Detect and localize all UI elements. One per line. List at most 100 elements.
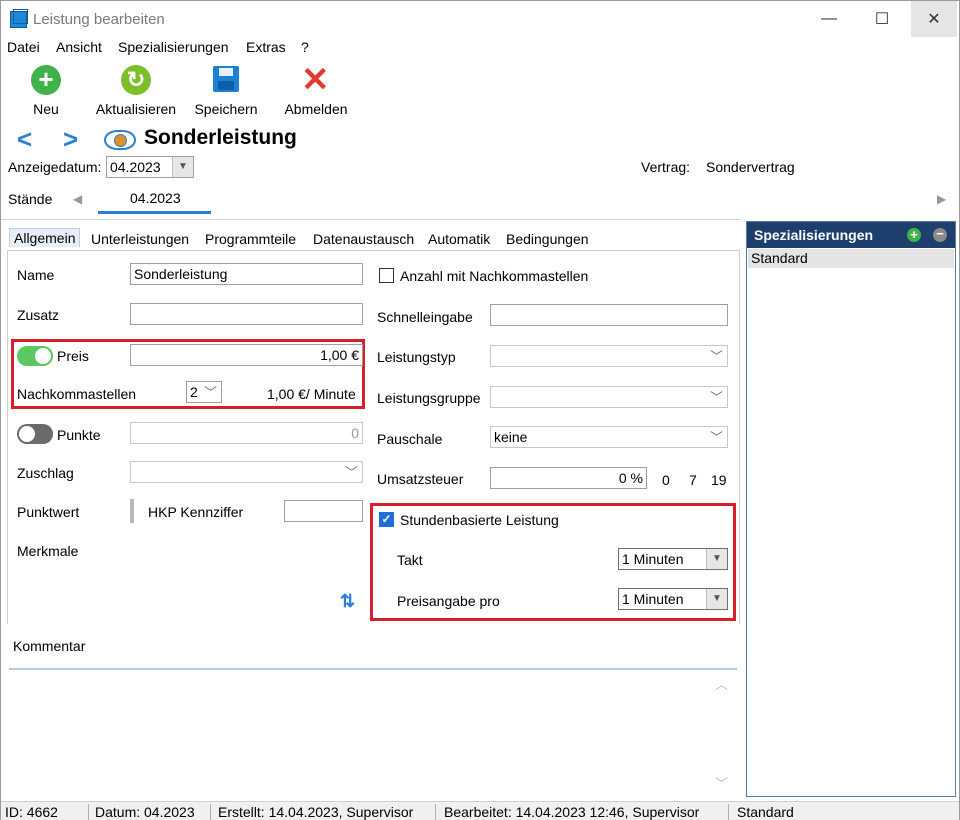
status-divider <box>210 804 211 820</box>
vertrag-label: Vertrag: <box>641 159 691 175</box>
close-button[interactable]: ✕ <box>911 1 957 37</box>
takt-label: Takt <box>397 552 423 568</box>
leistungsgruppe-label: Leistungsgruppe <box>377 390 481 406</box>
save-button[interactable]: Speichern <box>181 63 271 117</box>
title-bar: Leistung bearbeiten — ☐ ✕ <box>1 1 959 37</box>
chevron-down-icon: ▼ <box>706 549 727 569</box>
schnelleingabe-label: Schnelleingabe <box>377 309 473 325</box>
staende-tab[interactable]: 04.2023 <box>130 190 181 206</box>
tab-datenaustausch[interactable]: Datenaustausch <box>313 231 414 247</box>
menu-ansicht[interactable]: Ansicht <box>56 39 102 55</box>
preis-toggle[interactable] <box>17 346 53 366</box>
chevron-down-icon: ﹀ <box>203 385 217 400</box>
nachkommastellen-label: Nachkommastellen <box>17 386 137 402</box>
scroll-up-icon[interactable]: ︿ <box>715 674 728 693</box>
name-label: Name <box>17 267 55 283</box>
minimize-button[interactable]: — <box>806 1 852 37</box>
anzeigedatum-dropdown[interactable]: 04.2023 ▼ <box>106 156 194 178</box>
nachkommastellen-dropdown[interactable]: 2 ﹀ <box>186 381 222 403</box>
back-arrow-icon[interactable]: < <box>17 124 32 155</box>
spezialisierungen-title: Spezialisierungen <box>747 222 955 248</box>
pauschale-dropdown[interactable]: keine ﹀ <box>490 426 728 448</box>
nachkommastellen-value: 2 <box>190 384 198 400</box>
menu-help[interactable]: ? <box>301 39 309 55</box>
name-input[interactable]: Sonderleistung <box>130 263 363 285</box>
menu-extras[interactable]: Extras <box>246 39 286 55</box>
leistungstyp-dropdown[interactable]: ﹀ <box>490 345 728 367</box>
staende-label: Stände <box>8 191 53 207</box>
zuschlag-dropdown[interactable]: ﹀ <box>130 461 363 483</box>
anzeigedatum-label: Anzeigedatum: <box>8 159 102 175</box>
chevron-down-icon: ﹀ <box>344 465 358 480</box>
anzahl-nachkommastellen-label: Anzahl mit Nachkommastellen <box>400 268 589 284</box>
application-window: Leistung bearbeiten — ☐ ✕ Datei Ansicht … <box>0 0 960 820</box>
preis-input[interactable]: 1,00 € <box>130 344 363 366</box>
anzeigedatum-value: 04.2023 <box>110 159 161 175</box>
leistungsgruppe-dropdown[interactable]: ﹀ <box>490 386 728 408</box>
preisangabe-dropdown[interactable]: 1 Minuten ▼ <box>618 588 728 610</box>
chevron-down-icon: ﹀ <box>709 430 723 445</box>
merkmale-label: Merkmale <box>17 543 79 559</box>
leistungstyp-label: Leistungstyp <box>377 349 456 365</box>
anzahl-nachkommastellen-checkbox[interactable] <box>379 268 394 283</box>
hkp-kennziffer-input[interactable] <box>284 500 363 522</box>
punkte-label: Punkte <box>57 427 101 443</box>
menu-datei[interactable]: Datei <box>7 39 40 55</box>
price-per-minute: 1,00 €/ Minute <box>267 386 356 402</box>
refresh-button[interactable]: ↻ Aktualisieren <box>91 63 181 117</box>
window-title: Leistung bearbeiten <box>33 11 165 28</box>
refresh-button-label: Aktualisieren <box>95 101 177 117</box>
staende-prev-icon[interactable]: ◀ <box>73 192 82 206</box>
vertrag-value: Sondervertrag <box>706 159 795 175</box>
eye-icon <box>104 130 136 150</box>
tab-unterleistungen[interactable]: Unterleistungen <box>91 231 189 247</box>
new-button-label: Neu <box>33 101 59 117</box>
kommentar-textarea[interactable] <box>9 671 737 795</box>
logout-button[interactable]: ✕ Abmelden <box>271 63 361 117</box>
add-icon[interactable]: + <box>907 228 921 242</box>
menu-spezialisierungen[interactable]: Spezialisierungen <box>118 39 229 55</box>
remove-icon[interactable]: − <box>933 227 947 242</box>
plus-icon: + <box>31 65 61 95</box>
umsatzsteuer-label: Umsatzsteuer <box>377 471 464 487</box>
kommentar-label: Kommentar <box>13 638 86 654</box>
tab-automatik[interactable]: Automatik <box>428 231 490 247</box>
status-id: ID: 4662 <box>5 804 58 820</box>
status-erstellt: Erstellt: 14.04.2023, Supervisor <box>218 804 414 820</box>
ust-quick-0[interactable]: 0 <box>662 472 670 488</box>
sort-icon[interactable]: ⇅ <box>340 591 355 612</box>
umsatzsteuer-input[interactable]: 0 % <box>490 467 647 489</box>
forward-arrow-icon[interactable]: > <box>63 124 78 155</box>
punkte-input[interactable]: 0 <box>130 422 363 444</box>
ust-quick-7[interactable]: 7 <box>689 472 697 488</box>
tab-allgemein[interactable]: Allgemein <box>9 228 81 247</box>
punktwert-input[interactable] <box>130 499 134 523</box>
red-x-icon: ✕ <box>301 61 330 99</box>
zusatz-input[interactable] <box>130 303 363 325</box>
tab-bedingungen[interactable]: Bedingungen <box>506 231 589 247</box>
pauschale-label: Pauschale <box>377 431 443 447</box>
stundenbasiert-checkbox[interactable]: ✓ <box>379 512 394 527</box>
logout-button-label: Abmelden <box>284 101 348 117</box>
chevron-down-icon: ﹀ <box>709 390 723 405</box>
chevron-down-icon: ▼ <box>172 157 193 177</box>
ust-quick-19[interactable]: 19 <box>711 472 727 488</box>
stundenbasiert-label: Stundenbasierte Leistung <box>400 512 559 528</box>
new-button[interactable]: + Neu <box>1 63 91 117</box>
takt-dropdown[interactable]: 1 Minuten ▼ <box>618 548 728 570</box>
staende-next-icon[interactable]: ▶ <box>937 192 946 206</box>
chevron-down-icon: ﹀ <box>709 349 723 364</box>
status-profil: Standard <box>737 804 794 820</box>
zusatz-label: Zusatz <box>17 307 60 323</box>
list-item[interactable]: Standard <box>748 249 954 268</box>
status-divider <box>728 804 729 820</box>
floppy-disk-icon <box>213 66 239 92</box>
tab-programmteile[interactable]: Programmteile <box>205 231 296 247</box>
punkte-toggle[interactable] <box>17 424 53 444</box>
status-datum: Datum: 04.2023 <box>95 804 195 820</box>
schnelleingabe-input[interactable] <box>490 304 728 326</box>
maximize-button[interactable]: ☐ <box>859 1 905 37</box>
scroll-down-icon[interactable]: ﹀ <box>715 773 728 792</box>
preis-label: Preis <box>57 348 89 364</box>
staende-tab-underline <box>98 211 211 214</box>
